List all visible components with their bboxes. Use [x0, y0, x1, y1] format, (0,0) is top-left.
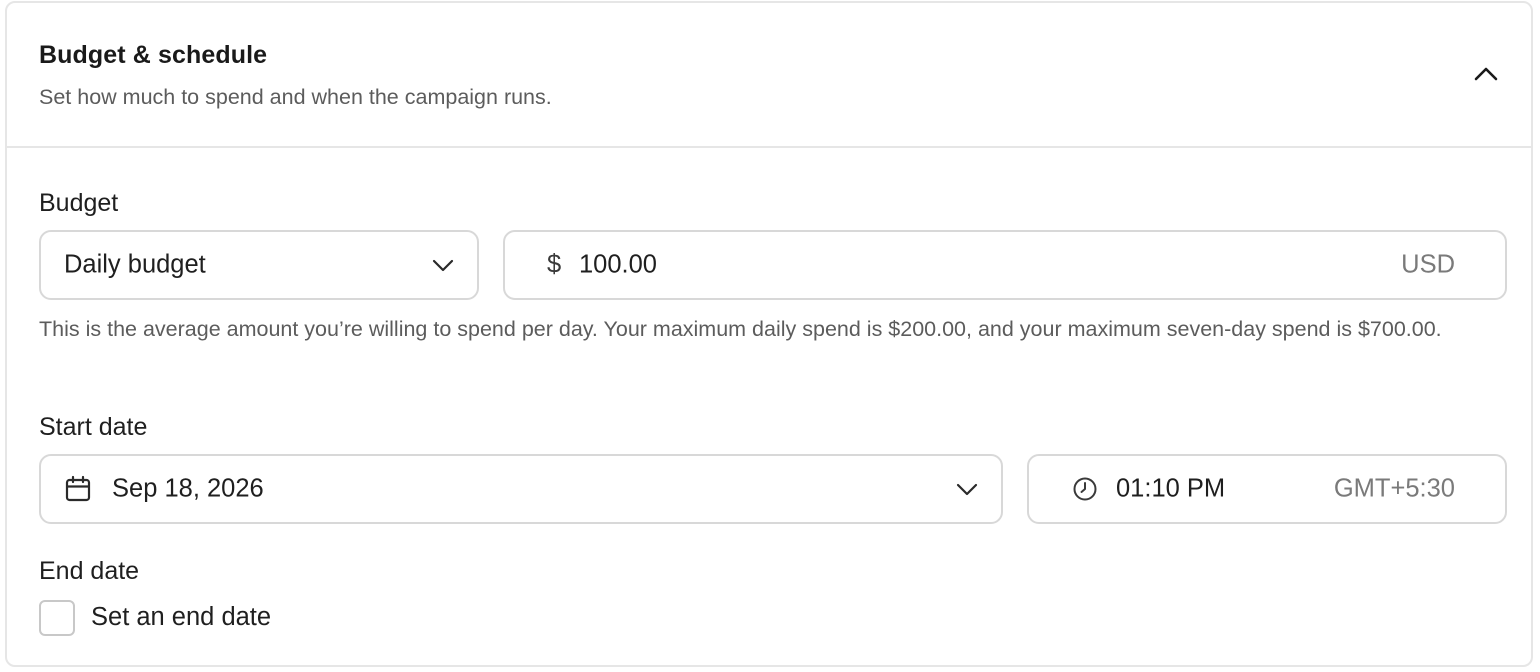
- start-time-value: 01:10 PM: [1116, 474, 1226, 503]
- start-date-value: Sep 18, 2026: [112, 474, 264, 503]
- end-date-checkbox-label[interactable]: Set an end date: [91, 603, 271, 632]
- budget-label: Budget: [39, 189, 119, 217]
- budget-amount-input[interactable]: $ 100.00 USD: [503, 230, 1507, 300]
- section-title: Budget & schedule: [39, 41, 268, 69]
- clock-icon: [1072, 476, 1098, 502]
- section-subtitle: Set how much to spend and when the campa…: [39, 85, 552, 109]
- calendar-icon: [64, 475, 92, 503]
- budget-schedule-card: Budget & schedule Set how much to spend …: [5, 1, 1533, 667]
- currency-symbol: $: [547, 250, 562, 279]
- start-time-input[interactable]: 01:10 PM GMT+5:30: [1027, 454, 1507, 524]
- budget-type-select[interactable]: Daily budget: [39, 230, 479, 300]
- budget-type-value: Daily budget: [64, 250, 206, 279]
- collapse-toggle-button[interactable]: [1469, 57, 1503, 91]
- chevron-up-icon: [1472, 60, 1500, 88]
- start-date-label: Start date: [39, 413, 148, 441]
- chevron-down-icon: [953, 475, 981, 503]
- budget-amount-value: 100.00: [579, 250, 657, 279]
- chevron-down-icon: [429, 251, 457, 279]
- budget-helper-text: This is the average amount you’re willin…: [39, 317, 1442, 341]
- currency-code: USD: [1401, 250, 1455, 279]
- end-date-label: End date: [39, 557, 140, 585]
- section-header[interactable]: Budget & schedule Set how much to spend …: [7, 3, 1531, 148]
- timezone-label: GMT+5:30: [1333, 474, 1455, 503]
- start-date-picker[interactable]: Sep 18, 2026: [39, 454, 1003, 524]
- end-date-checkbox[interactable]: [39, 600, 75, 636]
